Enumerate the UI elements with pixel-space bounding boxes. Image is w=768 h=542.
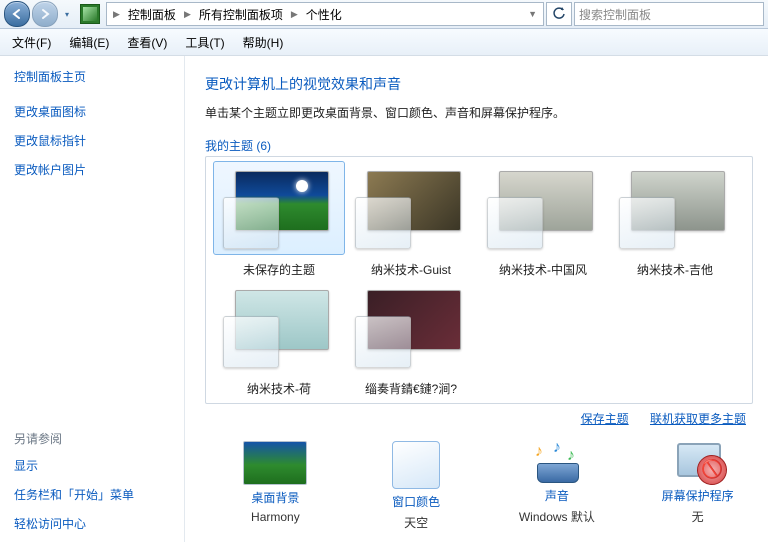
theme-name: 纳米技术-吉他	[610, 261, 740, 278]
theme-item[interactable]: 未保存的主题	[214, 167, 344, 278]
theme-name: 纳米技术-荷	[214, 380, 344, 397]
setting-value: Windows 默认	[487, 508, 628, 525]
menu-tools[interactable]: 工具(T)	[177, 31, 232, 54]
themes-group: 未保存的主题 纳米技术-Guist 纳米技术-中国风 纳米技术-吉他 纳米技术-…	[205, 156, 753, 404]
setting-label: 屏幕保护程序	[627, 487, 768, 504]
arrow-right-icon	[39, 8, 51, 20]
sound-icon: ♪♪♪	[531, 441, 583, 483]
search-placeholder: 搜索控制面板	[579, 6, 651, 23]
sidebar-home[interactable]: 控制面板主页	[14, 68, 184, 85]
theme-item[interactable]: 纳米技术-中国风	[478, 167, 608, 278]
window-color-swatch	[223, 197, 279, 249]
content-pane: 更改计算机上的视觉效果和声音 单击某个主题立即更改桌面背景、窗口颜色、声音和屏幕…	[185, 56, 768, 542]
menu-help[interactable]: 帮助(H)	[235, 31, 292, 54]
desktop-background-button[interactable]: 桌面背景 Harmony	[205, 441, 346, 531]
screensaver-icon: 🚫	[673, 441, 723, 483]
setting-label: 声音	[487, 487, 628, 504]
forward-button[interactable]	[32, 1, 58, 27]
settings-row: 桌面背景 Harmony 窗口颜色 天空 ♪♪♪ 声音 Windows 默认 🚫	[205, 437, 768, 531]
see-also-display[interactable]: 显示	[14, 457, 184, 474]
save-theme-link[interactable]: 保存主题	[581, 412, 629, 426]
page-desc: 单击某个主题立即更改桌面背景、窗口颜色、声音和屏幕保护程序。	[205, 104, 768, 121]
see-also-header: 另请参阅	[14, 430, 184, 447]
sidebar-link-account-pic[interactable]: 更改帐户图片	[14, 161, 184, 178]
theme-name: 纳米技术-中国风	[478, 261, 608, 278]
menu-file[interactable]: 文件(F)	[4, 31, 59, 54]
window-color-swatch	[355, 316, 411, 368]
back-button[interactable]	[4, 1, 30, 27]
screensaver-button[interactable]: 🚫 屏幕保护程序 无	[627, 441, 768, 531]
setting-value: 天空	[346, 514, 487, 531]
theme-item[interactable]: 缁奏背錆€鏈?涧?	[346, 286, 476, 397]
see-also-taskbar[interactable]: 任务栏和「开始」菜单	[14, 486, 184, 503]
see-also-ease[interactable]: 轻松访问中心	[14, 515, 184, 532]
search-input[interactable]: 搜索控制面板	[574, 2, 764, 26]
chevron-right-icon: ▶	[180, 3, 195, 25]
get-more-themes-link[interactable]: 联机获取更多主题	[650, 412, 746, 426]
setting-label: 桌面背景	[205, 489, 346, 506]
menu-bar: 文件(F) 编辑(E) 查看(V) 工具(T) 帮助(H)	[0, 29, 768, 56]
sidebar-link-icons[interactable]: 更改桌面图标	[14, 103, 184, 120]
theme-name: 未保存的主题	[214, 261, 344, 278]
menu-view[interactable]: 查看(V)	[119, 31, 175, 54]
desktop-bg-thumb	[243, 441, 307, 485]
sidebar: 控制面板主页 更改桌面图标 更改鼠标指针 更改帐户图片 另请参阅 显示 任务栏和…	[0, 56, 185, 542]
setting-label: 窗口颜色	[346, 493, 487, 510]
sidebar-link-cursor[interactable]: 更改鼠标指针	[14, 132, 184, 149]
menu-edit[interactable]: 编辑(E)	[61, 31, 117, 54]
window-color-swatch	[223, 316, 279, 368]
chevron-right-icon: ▶	[109, 3, 124, 25]
window-color-button[interactable]: 窗口颜色 天空	[346, 441, 487, 531]
breadcrumb-segment[interactable]: 所有控制面板项	[195, 3, 287, 25]
window-color-swatch	[487, 197, 543, 249]
refresh-button[interactable]	[546, 2, 572, 26]
breadcrumb-segment[interactable]: 控制面板	[124, 3, 180, 25]
breadcrumb-bar[interactable]: ▶ 控制面板 ▶ 所有控制面板项 ▶ 个性化 ▼	[106, 2, 544, 26]
theme-item[interactable]: 纳米技术-Guist	[346, 167, 476, 278]
nav-history-dropdown[interactable]: ▾	[60, 2, 74, 26]
arrow-left-icon	[11, 8, 23, 20]
breadcrumb-segment[interactable]: 个性化	[302, 3, 346, 25]
page-heading: 更改计算机上的视觉效果和声音	[205, 74, 768, 94]
setting-value: 无	[627, 508, 768, 525]
setting-value: Harmony	[205, 510, 346, 524]
theme-name: 纳米技术-Guist	[346, 261, 476, 278]
breadcrumb-dropdown[interactable]: ▼	[524, 3, 541, 25]
address-toolbar: ▾ ▶ 控制面板 ▶ 所有控制面板项 ▶ 个性化 ▼ 搜索控制面板	[0, 0, 768, 29]
theme-item[interactable]: 纳米技术-荷	[214, 286, 344, 397]
theme-name: 缁奏背錆€鏈?涧?	[346, 380, 476, 397]
window-color-thumb	[392, 441, 440, 489]
window-color-swatch	[619, 197, 675, 249]
window-color-swatch	[355, 197, 411, 249]
themes-group-label: 我的主题 (6)	[205, 137, 768, 154]
chevron-right-icon: ▶	[287, 3, 302, 25]
control-panel-icon	[80, 4, 100, 24]
refresh-icon	[552, 7, 566, 21]
sound-button[interactable]: ♪♪♪ 声音 Windows 默认	[487, 441, 628, 531]
theme-item[interactable]: 纳米技术-吉他	[610, 167, 740, 278]
